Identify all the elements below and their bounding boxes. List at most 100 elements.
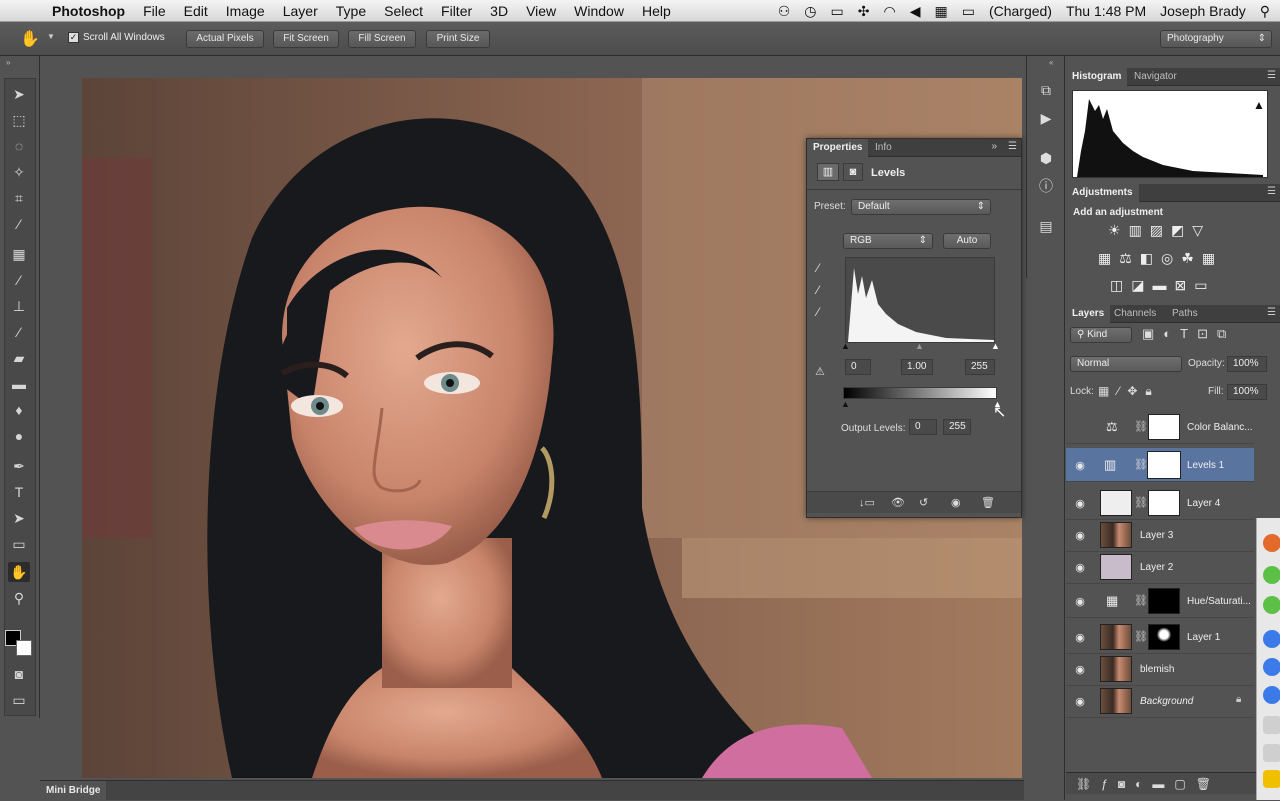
character-panel-icon[interactable]: ▤ bbox=[1033, 214, 1059, 238]
add-mask-icon[interactable]: ◙ bbox=[1118, 777, 1135, 791]
app-icon-green-2[interactable] bbox=[1263, 596, 1280, 614]
layer-name[interactable]: blemish bbox=[1140, 664, 1174, 675]
white-input-slider-icon[interactable]: ▲ bbox=[991, 341, 1000, 351]
tab-navigator[interactable]: Navigator bbox=[1128, 68, 1183, 86]
panel-menu-icon[interactable]: ☰ bbox=[1267, 186, 1276, 197]
link-layers-icon[interactable]: ⛓ bbox=[1076, 777, 1101, 791]
eye-icon[interactable]: ◉ bbox=[1072, 663, 1088, 676]
filter-type-icon[interactable]: T bbox=[1180, 326, 1197, 341]
gradient-tool-icon[interactable]: ▬ bbox=[8, 374, 30, 394]
new-adjustment-icon[interactable]: ◐ bbox=[1135, 777, 1152, 791]
layer-name[interactable]: Layer 2 bbox=[1140, 562, 1173, 573]
app-icon-blue-3[interactable] bbox=[1263, 686, 1280, 704]
eye-icon[interactable]: ◉ bbox=[1072, 561, 1088, 574]
eyedropper-tool-icon[interactable]: ⁄ bbox=[8, 214, 30, 234]
bluetooth-icon[interactable]: ✣ bbox=[858, 3, 870, 20]
tab-layers[interactable]: Layers bbox=[1066, 305, 1111, 323]
clipping-warning-icon[interactable]: ⚠ bbox=[815, 365, 825, 378]
rectangle-tool-icon[interactable]: ▭ bbox=[8, 534, 30, 554]
menu-help[interactable]: Help bbox=[642, 3, 671, 19]
preset-dropdown[interactable]: Default ⇕ bbox=[851, 199, 991, 215]
channel-dropdown[interactable]: RGB ⇕ bbox=[843, 233, 933, 249]
exposure-icon[interactable]: ◩ bbox=[1171, 222, 1192, 238]
clip-to-layer-icon[interactable]: ↓▭ bbox=[859, 496, 875, 509]
menu-filter[interactable]: Filter bbox=[441, 3, 472, 19]
color-lookup-icon[interactable]: ▦ bbox=[1202, 250, 1223, 266]
blur-tool-icon[interactable]: ♦ bbox=[8, 400, 30, 420]
wifi-icon[interactable]: ◠ bbox=[883, 3, 895, 20]
zoom-tool-icon[interactable]: ⚲ bbox=[8, 588, 30, 608]
layer-row-layer-3[interactable]: ◉ Layer 3 bbox=[1066, 518, 1254, 552]
calendar-icon[interactable]: ▦ bbox=[934, 3, 947, 20]
collapse-panel-icon[interactable]: » bbox=[991, 141, 997, 152]
threshold-icon[interactable]: ▬ bbox=[1152, 277, 1174, 293]
crop-tool-icon[interactable]: ⌗ bbox=[8, 188, 30, 208]
layer-thumbnail[interactable] bbox=[1100, 490, 1132, 516]
display-icon[interactable]: ▭ bbox=[831, 3, 844, 20]
view-previous-state-icon[interactable]: 👁︎ bbox=[891, 496, 905, 509]
tool-preset-chevron-icon[interactable]: ▼ bbox=[47, 32, 55, 41]
3d-panel-icon[interactable]: ⬢ bbox=[1033, 146, 1059, 170]
eraser-tool-icon[interactable]: ▰ bbox=[8, 348, 30, 368]
info-panel-icon[interactable]: ⓘ bbox=[1033, 174, 1059, 198]
adjustment-mode-icon[interactable]: ▥ bbox=[817, 163, 839, 181]
link-icon[interactable]: ⛓ bbox=[1134, 594, 1148, 607]
eye-icon[interactable]: ◉ bbox=[1072, 595, 1088, 608]
posterize-icon[interactable]: ◪ bbox=[1131, 277, 1152, 293]
input-white-field[interactable]: 255 bbox=[965, 359, 995, 375]
clock[interactable]: Thu 1:48 PM bbox=[1066, 3, 1146, 19]
input-black-field[interactable]: 0 bbox=[845, 359, 871, 375]
black-white-icon[interactable]: ◧ bbox=[1140, 250, 1161, 266]
filter-smart-object-icon[interactable]: ⧉ bbox=[1217, 326, 1235, 341]
link-icon[interactable]: ⛓ bbox=[1134, 458, 1148, 471]
link-icon[interactable]: ⛓ bbox=[1134, 420, 1148, 433]
fx-icon[interactable]: ƒ bbox=[1101, 777, 1118, 791]
delete-layer-icon[interactable]: 🗑︎ bbox=[1196, 777, 1221, 791]
panel-menu-icon[interactable]: ☰ bbox=[1267, 307, 1276, 318]
panel-menu-icon[interactable]: ☰ bbox=[1267, 70, 1276, 81]
expand-panels-icon[interactable]: « bbox=[1049, 58, 1053, 67]
panel-menu-icon[interactable]: ☰ bbox=[1008, 141, 1017, 152]
app-icon-orange[interactable] bbox=[1263, 534, 1280, 552]
marquee-tool-icon[interactable]: ⬚ bbox=[8, 110, 30, 130]
layer-name[interactable]: Layer 1 bbox=[1187, 632, 1220, 643]
layer-row-layer-1[interactable]: ◉ ⛓ Layer 1 bbox=[1066, 620, 1254, 654]
tab-channels[interactable]: Channels bbox=[1108, 305, 1162, 323]
eye-icon[interactable]: ◉ bbox=[1072, 631, 1088, 644]
background-color-swatch[interactable] bbox=[16, 640, 32, 656]
healing-brush-tool-icon[interactable]: ▦ bbox=[8, 244, 30, 264]
levels-icon[interactable]: ▥ bbox=[1129, 222, 1150, 238]
layer-row-layer-4[interactable]: ◉ ⛓ Layer 4 bbox=[1066, 486, 1254, 520]
gray-point-eyedropper-icon[interactable]: ⁄ bbox=[817, 283, 819, 297]
visibility-toggle-off[interactable]: ▢ bbox=[1072, 420, 1088, 433]
gradient-map-icon[interactable]: ▽ bbox=[1192, 222, 1211, 238]
menu-app-photoshop[interactable]: Photoshop bbox=[52, 3, 125, 19]
layer-name[interactable]: Hue/Saturati... bbox=[1187, 596, 1251, 607]
lasso-tool-icon[interactable]: ◌ bbox=[8, 136, 30, 156]
tab-paths[interactable]: Paths bbox=[1166, 305, 1204, 323]
quick-selection-tool-icon[interactable]: ✧ bbox=[8, 162, 30, 182]
selective-color-icon[interactable]: ⊠ bbox=[1174, 277, 1194, 293]
actions-panel-icon[interactable]: ▶ bbox=[1033, 106, 1059, 130]
screen-mode-icon[interactable]: ▭ bbox=[8, 690, 30, 710]
layer-thumbnail[interactable] bbox=[1100, 522, 1132, 548]
type-tool-icon[interactable]: T bbox=[8, 482, 30, 502]
blend-mode-dropdown[interactable]: Normal bbox=[1070, 356, 1182, 372]
menu-type[interactable]: Type bbox=[336, 3, 366, 19]
app-icon-grey[interactable] bbox=[1263, 716, 1280, 734]
layer-row-color-balance[interactable]: ▢ ⚖ ⛓ Color Balanc... bbox=[1066, 410, 1254, 444]
path-selection-tool-icon[interactable]: ➤ bbox=[8, 508, 30, 528]
scroll-all-windows-checkbox[interactable]: ✓ Scroll All Windows bbox=[68, 32, 165, 43]
battery-icon[interactable]: ▭ bbox=[962, 3, 975, 20]
dodge-tool-icon[interactable]: ● bbox=[8, 426, 30, 446]
layer-row-background[interactable]: ◉ Background 🔒︎ bbox=[1066, 684, 1254, 718]
layer-mask-thumbnail[interactable] bbox=[1147, 451, 1181, 479]
brightness-contrast-icon[interactable]: ☀ bbox=[1108, 222, 1129, 238]
layer-row-hue-saturation[interactable]: ◉ ▦ ⛓ Hue/Saturati... bbox=[1066, 584, 1254, 618]
quick-mask-icon[interactable]: ◙ bbox=[8, 664, 30, 684]
menu-edit[interactable]: Edit bbox=[184, 3, 208, 19]
input-gamma-field[interactable]: 1.00 bbox=[901, 359, 933, 375]
app-icon-grey-2[interactable] bbox=[1263, 744, 1280, 762]
app-icon-green[interactable] bbox=[1263, 566, 1280, 584]
black-point-eyedropper-icon[interactable]: ⁄ bbox=[817, 261, 819, 275]
